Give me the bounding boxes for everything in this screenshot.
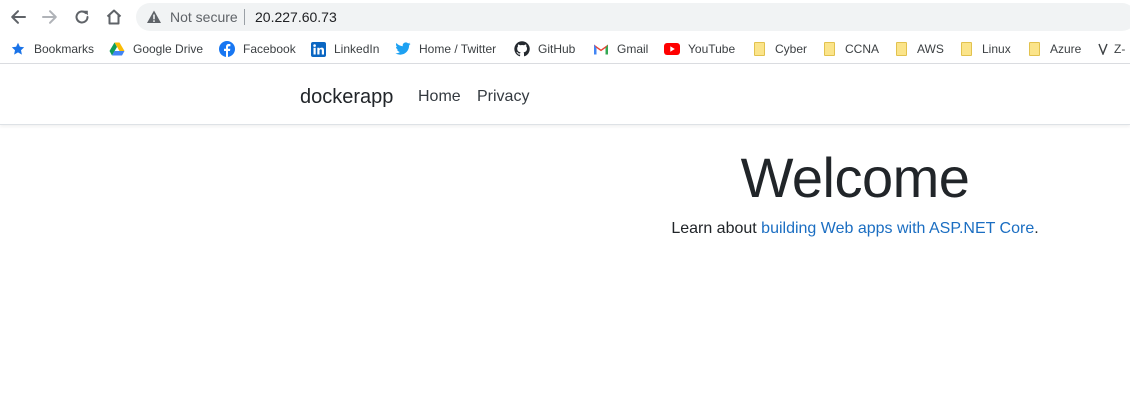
bookmark-gmail[interactable]: Gmail: [593, 40, 648, 58]
back-arrow-icon: [11, 10, 26, 24]
bookmark-linkedin[interactable]: LinkedIn: [310, 40, 379, 58]
nav-link-privacy[interactable]: Privacy: [477, 88, 529, 106]
bookmark-folder-aws[interactable]: AWS: [893, 40, 944, 58]
omnibox-divider: [244, 9, 245, 25]
bookmark-label: Facebook: [243, 42, 296, 56]
bookmark-facebook[interactable]: Facebook: [219, 40, 296, 58]
page-title: Welcome: [740, 146, 970, 209]
v-icon: [1097, 41, 1109, 57]
bookmark-folder-azure[interactable]: Azure: [1026, 40, 1081, 58]
bookmark-twitter[interactable]: Home / Twitter: [395, 40, 496, 58]
bookmark-label: Google Drive: [133, 42, 204, 56]
bookmark-label: Home / Twitter: [419, 42, 497, 56]
address-bar[interactable]: Not secure 20.227.60.73: [136, 3, 1130, 31]
back-button[interactable]: [6, 5, 30, 29]
site-navbar: dockerapp Home Privacy: [0, 68, 1130, 125]
not-secure-label[interactable]: Not secure: [170, 9, 238, 25]
bookmark-label: Azure: [1050, 42, 1082, 56]
reload-button[interactable]: [70, 5, 94, 29]
navbar-brand[interactable]: dockerapp: [300, 86, 393, 108]
bookmark-label: Cyber: [775, 42, 808, 56]
bookmark-label: YouTube: [688, 42, 736, 56]
folder-icon: [751, 41, 767, 57]
bookmark-github[interactable]: GitHub: [514, 40, 575, 58]
bookmark-label: Gmail: [617, 42, 649, 56]
nav-link-home[interactable]: Home: [418, 88, 461, 106]
bookmark-bookmarks[interactable]: Bookmarks: [10, 40, 94, 58]
bookmarks-bar: Bookmarks Google Drive Facebook LinkedIn…: [0, 34, 1130, 64]
folder-icon: [893, 41, 909, 57]
url-text[interactable]: 20.227.60.73: [255, 9, 337, 25]
browser-toolbar: Not secure 20.227.60.73: [0, 0, 1130, 34]
warning-icon[interactable]: [146, 9, 162, 25]
bookmark-youtube[interactable]: YouTube: [664, 40, 735, 58]
bookmark-google-drive[interactable]: Google Drive: [109, 40, 203, 58]
bookmark-label: Bookmarks: [34, 42, 95, 56]
folder-icon: [958, 41, 974, 57]
hero-text-prefix: Learn about: [671, 220, 762, 237]
aspnet-docs-link[interactable]: building Web apps with ASP.NET Core: [761, 220, 1034, 237]
bookmark-label: Z-: [1114, 42, 1126, 56]
bookmark-folder-ccna[interactable]: CCNA: [821, 40, 879, 58]
hero-description: Learn about building Web apps with ASP.N…: [0, 219, 1130, 239]
bookmark-label: GitHub: [538, 42, 576, 56]
twitter-icon: [395, 41, 411, 57]
star-icon: [10, 41, 26, 57]
google-drive-icon: [109, 41, 125, 57]
bookmark-label: LinkedIn: [334, 42, 380, 56]
youtube-icon: [664, 41, 680, 57]
reload-icon: [75, 10, 89, 24]
bookmark-label: CCNA: [845, 42, 880, 56]
bookmark-folder-linux[interactable]: Linux: [958, 40, 1011, 58]
bookmark-label: AWS: [917, 42, 944, 56]
gmail-icon: [593, 41, 609, 57]
folder-icon: [821, 41, 837, 57]
bookmark-label: Linux: [982, 42, 1011, 56]
forward-button[interactable]: [38, 5, 62, 29]
home-button[interactable]: [102, 5, 126, 29]
hero-text-suffix: .: [1034, 220, 1039, 237]
bookmark-z[interactable]: Z-: [1097, 40, 1125, 58]
facebook-icon: [219, 41, 235, 57]
bookmark-folder-cyber[interactable]: Cyber: [751, 40, 807, 58]
folder-icon: [1026, 41, 1042, 57]
github-icon: [514, 41, 530, 57]
forward-arrow-icon: [42, 10, 57, 24]
home-icon: [106, 9, 122, 25]
linkedin-icon: [310, 41, 326, 57]
